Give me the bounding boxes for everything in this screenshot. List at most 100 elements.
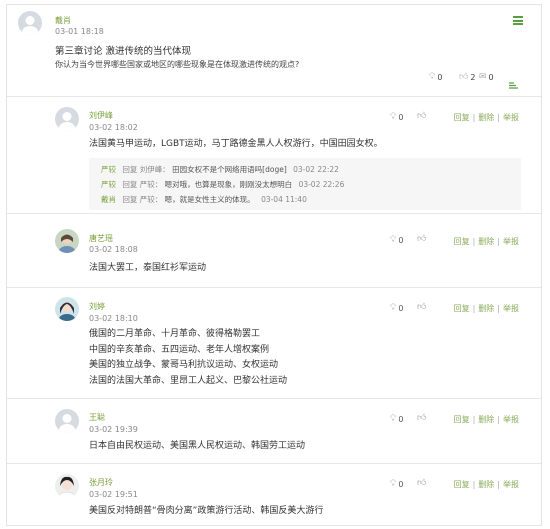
comment-author-avatar[interactable] [55, 229, 79, 253]
comment-bulb-count: 0 [398, 414, 404, 424]
lightbulb-icon: 💡︎ [390, 112, 397, 122]
post-author-avatar[interactable] [18, 11, 42, 35]
delete-link[interactable]: 删除 [478, 113, 494, 122]
comment-icon: ✉︎ [479, 72, 487, 82]
reply-date: 03-02 22:26 [298, 180, 345, 189]
comment-author-avatar[interactable] [55, 297, 79, 321]
comment-bulb-stat[interactable]: 💡︎ 0 [390, 414, 403, 424]
reply-target: 严较： [139, 180, 163, 189]
comment-bulb-count: 0 [398, 303, 404, 313]
reply-author[interactable]: 严较 [101, 165, 116, 174]
comment-bulb-stat[interactable]: 💡︎ 0 [390, 112, 403, 122]
comment-actions: 回复 | 删除 | 举报 [454, 479, 519, 490]
reply-list: 严较 回复 刘伊峰： 田园女权不是个网络用语吗[doge] 03-02 22:2… [89, 158, 521, 210]
post-comment-stat[interactable]: ✉︎ 0 [479, 72, 494, 82]
action-separator: | [497, 480, 500, 489]
reply-date: 03-04 11:40 [261, 195, 307, 204]
reply-item: 戴肖 回复 严较： 嗯，就是女性主义的体现。 03-04 11:40 [101, 192, 515, 207]
report-link[interactable]: 举报 [503, 237, 519, 246]
comment-bulb-stat[interactable]: 💡︎ 0 [390, 479, 403, 489]
lightbulb-icon: 💡︎ [429, 72, 436, 82]
reply-link[interactable]: 回复 [454, 480, 470, 489]
post-author-name[interactable]: 戴肖 [55, 15, 71, 26]
comment-date: 03-02 18:02 [89, 123, 138, 132]
comment-author-name[interactable]: 张月玲 [89, 477, 113, 488]
comment-line: 美国的独立战争、蒙哥马利抗议运动、女权运动 [89, 360, 279, 370]
comment-line: 日本自由民权运动、美国黑人民权运动、韩国劳工运动 [89, 441, 306, 451]
comment-author-name[interactable]: 刘伊峰 [89, 110, 113, 121]
comment-bulb-count: 0 [398, 479, 404, 489]
comment-line: 法国的法国大革命、里昂工人起义、巴黎公社运动 [89, 375, 288, 386]
comment-author-name[interactable]: 唐艺瑶 [89, 233, 113, 244]
post-comment-count: 0 [488, 72, 494, 82]
reply-word: 回复 [122, 195, 138, 204]
action-separator: | [497, 304, 500, 313]
reply-author[interactable]: 严较 [101, 180, 116, 189]
comment-line: 美国反对特朗普“骨肉分离”政策游行活动、韩国反美大游行 [89, 506, 324, 516]
lightbulb-icon: 💡︎ [390, 479, 397, 489]
comment-line: 俄国的二月革命、十月革命、彼得格勒罢工 [89, 329, 261, 339]
comment-text: 日本自由民权运动、美国黑人民权运动、韩国劳工运动 [89, 439, 305, 455]
comment-author-avatar[interactable] [55, 474, 79, 498]
report-link[interactable]: 举报 [503, 113, 519, 122]
comment-author-avatar[interactable] [55, 107, 79, 131]
report-link[interactable]: 举报 [503, 480, 519, 489]
post-bulb-count: 0 [437, 72, 443, 82]
reply-word: 回复 [122, 180, 138, 189]
delete-link[interactable]: 删除 [478, 237, 494, 246]
delete-link[interactable]: 删除 [478, 415, 494, 424]
reply-link[interactable]: 回复 [454, 113, 470, 122]
post-like-count: 2 [470, 72, 476, 82]
reply-word: 回复 [122, 165, 138, 174]
action-separator: | [497, 113, 500, 122]
comment-date: 03-02 18:08 [89, 245, 138, 254]
comment-author-name[interactable]: 王聪 [89, 412, 105, 423]
comment-bulb-count: 0 [398, 112, 404, 122]
comment-line: 法国大罢工，泰国红衫军运动 [89, 263, 207, 273]
reply-text: 嗯对哦，也算是现象，刚刚没太想明白 [164, 180, 293, 189]
comment-line: 中国的辛亥革命、五四运动、老年人增权案例 [89, 344, 270, 355]
reply-link[interactable]: 回复 [454, 237, 470, 246]
report-link[interactable]: 举报 [503, 304, 519, 313]
reply-link[interactable]: 回复 [454, 415, 470, 424]
thumbs-up-icon[interactable]: 👍︎ [417, 413, 426, 423]
lightbulb-icon: 💡︎ [390, 235, 397, 245]
action-separator: | [472, 480, 476, 489]
hamburger-menu-icon[interactable] [513, 16, 523, 25]
collapse-icon[interactable] [509, 74, 518, 89]
comment-text: 法国大罢工，泰国红衫军运动 [89, 261, 206, 277]
comment-actions: 回复 | 删除 | 举报 [454, 414, 519, 425]
reply-target: 刘伊峰： [139, 165, 170, 174]
comment-actions: 回复 | 删除 | 举报 [454, 236, 519, 247]
comment-item: 王聪 03-02 19:39 💡︎ 0 👍︎ 回复 | 删除 | 举报 日本自由民权运动… [7, 398, 541, 463]
action-separator: | [497, 415, 500, 424]
comment-author-avatar[interactable] [55, 409, 79, 433]
comment-actions: 回复 | 删除 | 举报 [454, 303, 519, 314]
lightbulb-icon: 💡︎ [390, 303, 397, 313]
comment-bulb-stat[interactable]: 💡︎ 0 [390, 235, 403, 245]
action-separator: | [472, 237, 476, 246]
thumbs-up-icon[interactable]: 👍︎ [417, 111, 426, 121]
reply-text: 嗯，就是女性主义的体现。 [164, 195, 255, 204]
post-bulb-stat[interactable]: 💡︎ 0 [429, 72, 442, 82]
comment-text: 俄国的二月革命、十月革命、彼得格勒罢工 中国的辛亥革命、五四运动、老年人增权案例… [89, 327, 287, 389]
delete-link[interactable]: 删除 [478, 304, 494, 313]
post-title: 第三章讨论 激进传统的当代体现 [55, 46, 192, 57]
delete-link[interactable]: 删除 [478, 480, 494, 489]
thumbs-up-icon[interactable]: 👍︎ [417, 234, 426, 244]
reply-item: 严较 回复 刘伊峰： 田园女权不是个网络用语吗[doge] 03-02 22:2… [101, 162, 515, 177]
thumbs-up-icon[interactable]: 👍︎ [417, 478, 426, 488]
report-link[interactable]: 举报 [503, 415, 519, 424]
reply-author[interactable]: 戴肖 [101, 195, 116, 204]
post-like-stat[interactable]: 👍︎ 2 [459, 72, 476, 82]
comment-author-name[interactable]: 刘婷 [89, 301, 105, 312]
comment-bulb-count: 0 [398, 235, 404, 245]
comment-bulb-stat[interactable]: 💡︎ 0 [390, 303, 403, 313]
action-separator: | [472, 304, 476, 313]
action-separator: | [497, 237, 500, 246]
thumbs-up-icon[interactable]: 👍︎ [417, 302, 426, 312]
reply-text: 田园女权不是个网络用语吗[doge] [172, 165, 287, 174]
comment-text: 法国黄马甲运动，LGBT运动，马丁路德金黑人人权游行，中国田园女权。 [89, 137, 383, 153]
reply-link[interactable]: 回复 [454, 304, 470, 313]
comment-date: 03-02 18:10 [89, 314, 138, 323]
